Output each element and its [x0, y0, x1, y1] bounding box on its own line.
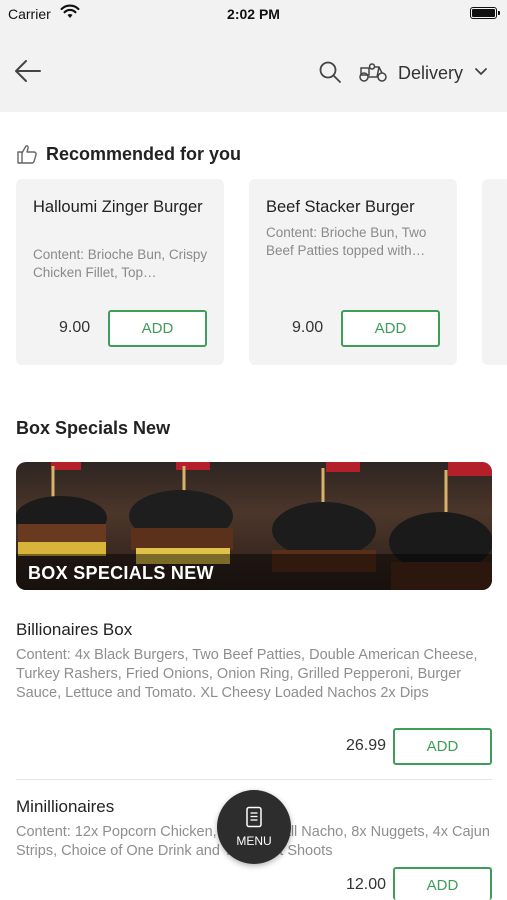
item-divider — [16, 779, 492, 780]
item-price: 12.00 — [345, 876, 386, 893]
item-title[interactable]: Billionaires Box — [16, 620, 132, 640]
menu-button[interactable]: MENU — [217, 790, 291, 864]
add-button[interactable]: ADD — [108, 310, 207, 347]
menu-icon — [246, 806, 262, 828]
menu-label: MENU — [236, 834, 272, 848]
item-price: 26.99 — [345, 737, 386, 754]
add-button[interactable]: ADD — [393, 867, 492, 900]
status-bar: Carrier 2:02 PM — [0, 0, 507, 30]
banner-title: BOX SPECIALS NEW — [28, 563, 214, 583]
card-price: 9.00 — [59, 319, 91, 336]
add-button[interactable]: ADD — [393, 728, 492, 765]
scooter-icon[interactable] — [358, 59, 388, 83]
card-title: Beef Stacker Burger — [266, 198, 415, 216]
recommended-title: Recommended for you — [46, 144, 242, 164]
thumbs-up-icon — [17, 145, 37, 164]
recommended-card-partial[interactable] — [482, 179, 507, 365]
add-button[interactable]: ADD — [341, 310, 440, 347]
top-nav: Delivery — [0, 30, 507, 112]
card-title: Halloumi Zinger Burger — [33, 198, 203, 216]
battery-icon — [470, 7, 500, 19]
section-title: Box Specials New — [16, 418, 171, 438]
item-description: Content: 4x Black Burgers, Two Beef Patt… — [16, 647, 478, 701]
chevron-down-icon[interactable] — [474, 67, 488, 77]
section-banner: BOX SPECIALS NEW — [16, 462, 492, 590]
item-title[interactable]: Minillionaires — [16, 797, 114, 817]
recommended-card[interactable]: Beef Stacker Burger Content: Brioche Bun… — [249, 179, 457, 365]
card-description: Content: Brioche Bun, Two Beef Patties t… — [266, 225, 427, 258]
clock: 2:02 PM — [227, 6, 280, 22]
back-arrow-icon[interactable] — [14, 58, 42, 84]
card-price: 9.00 — [292, 319, 324, 336]
card-description: Content: Brioche Bun, Crispy Chicken Fil… — [33, 247, 208, 280]
recommended-card[interactable]: Halloumi Zinger Burger Content: Brioche … — [16, 179, 224, 365]
search-icon[interactable] — [318, 60, 342, 84]
delivery-mode-label[interactable]: Delivery — [398, 63, 463, 84]
